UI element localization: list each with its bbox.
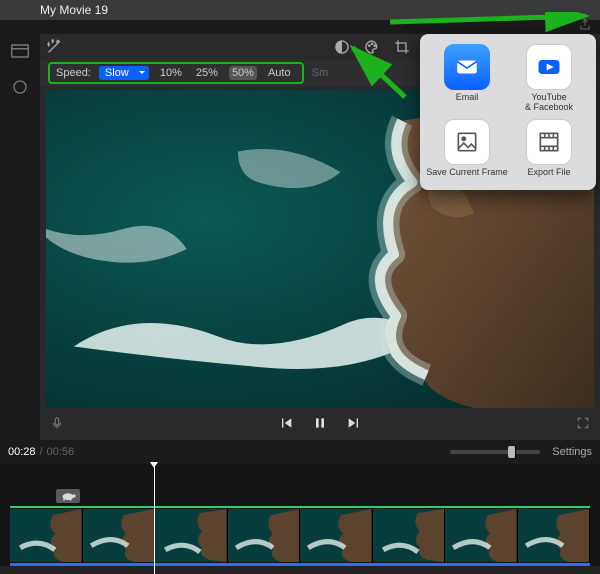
clip-thumb[interactable] <box>10 508 83 563</box>
share-export-label: Export File <box>527 168 570 178</box>
share-export-file[interactable]: Export File <box>508 119 590 178</box>
mic-icon[interactable] <box>50 416 64 435</box>
project-title: My Movie 19 <box>40 3 108 17</box>
clip-thumb[interactable] <box>83 508 156 563</box>
youtube-icon <box>526 44 572 90</box>
time-current: 00:28 <box>8 446 36 458</box>
left-sidebar <box>0 34 40 440</box>
prev-button[interactable] <box>278 415 294 436</box>
clip-thumb[interactable] <box>228 508 301 563</box>
smooth-label: Sm <box>312 67 329 79</box>
speed-50[interactable]: 50% <box>229 66 257 80</box>
clip-row[interactable] <box>10 506 590 566</box>
speed-label: Speed: <box>56 67 91 79</box>
clip-thumb[interactable] <box>445 508 518 563</box>
playhead[interactable] <box>154 464 155 574</box>
share-save-frame-label: Save Current Frame <box>426 168 508 178</box>
share-youtube-label: YouTube & Facebook <box>525 93 573 113</box>
email-icon <box>444 44 490 90</box>
time-sep: / <box>40 446 43 458</box>
speed-dropdown[interactable]: Slow <box>99 66 149 80</box>
crop-icon[interactable] <box>392 37 412 57</box>
circle-toggle-icon[interactable] <box>9 76 31 98</box>
clip-thumb[interactable] <box>300 508 373 563</box>
clip-thumb[interactable] <box>518 508 591 563</box>
pause-button[interactable] <box>312 415 328 436</box>
share-youtube-facebook[interactable]: YouTube & Facebook <box>508 44 590 113</box>
speed-controls-highlight: Speed: Slow 10% 25% 50% Auto <box>48 62 304 84</box>
titlebar: My Movie 19 <box>0 0 600 20</box>
clip-thumb[interactable] <box>373 508 446 563</box>
fullscreen-icon[interactable] <box>576 416 590 435</box>
balance-icon[interactable] <box>332 37 352 57</box>
palette-icon[interactable] <box>362 37 382 57</box>
share-email[interactable]: Email <box>426 44 508 113</box>
share-save-frame[interactable]: Save Current Frame <box>426 119 508 178</box>
zoom-slider[interactable] <box>450 450 540 454</box>
film-icon <box>526 119 572 165</box>
speed-25[interactable]: 25% <box>193 66 221 80</box>
zoom-thumb[interactable] <box>508 446 516 458</box>
timeline-track[interactable] <box>0 506 600 566</box>
top-strip <box>0 20 600 34</box>
slow-badge-icon <box>56 489 80 503</box>
image-icon <box>444 119 490 165</box>
clip-thumb[interactable] <box>155 508 228 563</box>
sidebar-toggle-icon[interactable] <box>9 40 31 62</box>
magic-wand-icon[interactable] <box>44 37 64 57</box>
speed-auto[interactable]: Auto <box>265 66 294 80</box>
share-email-label: Email <box>456 93 479 103</box>
time-bar: 00:28 / 00:56 Settings <box>0 440 600 464</box>
speed-10[interactable]: 10% <box>157 66 185 80</box>
time-total: 00:56 <box>47 446 75 458</box>
settings-button[interactable]: Settings <box>552 446 592 458</box>
share-popover: Email YouTube & Facebook Save Current Fr… <box>420 34 596 190</box>
timeline-gap[interactable] <box>0 464 600 506</box>
playback-controls <box>40 410 600 440</box>
next-button[interactable] <box>346 415 362 436</box>
